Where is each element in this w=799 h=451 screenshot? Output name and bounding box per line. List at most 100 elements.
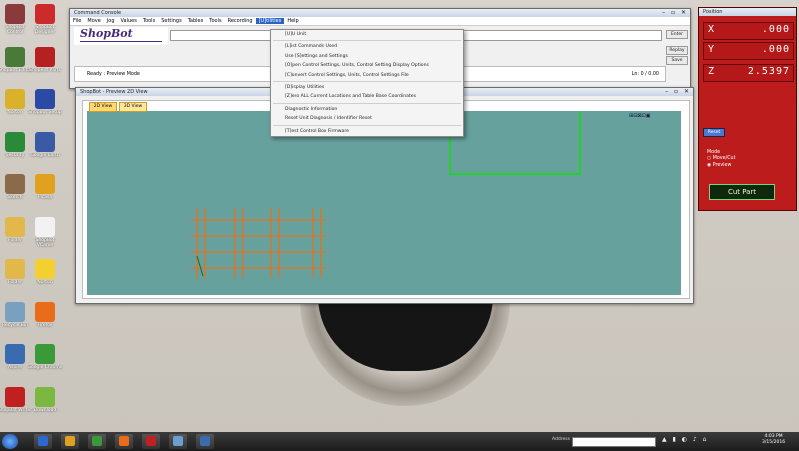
desktop-icon[interactable]: ShopBot Designer (27, 4, 63, 35)
menu-item[interactable]: Help (284, 18, 301, 24)
menu-item[interactable]: Tools (206, 18, 224, 24)
table-outline (449, 111, 581, 175)
tab-2d-view[interactable]: 2D View (89, 102, 117, 112)
address-input[interactable] (572, 437, 656, 447)
utilities-menu-item[interactable]: [C]onvert Control Settings, Units, Contr… (271, 71, 463, 80)
desktop-icon-label: ShopBot Parts (29, 67, 61, 73)
menu-item[interactable]: Move (84, 18, 103, 24)
position-titlebar[interactable]: Position (699, 8, 796, 16)
menu-item[interactable]: [U]tilities (255, 18, 285, 24)
utilities-menu-item[interactable]: Reset Unit Diagnosis / Identifier Reset (271, 114, 463, 123)
menu-separator (273, 102, 461, 104)
mode-option-move[interactable]: ○ Move/Cut (707, 156, 735, 161)
taskbar: Address ▲ ▮ ◐ ♪ ⌂ 4:03 PM 3/15/2016 (0, 432, 799, 451)
desktop-icon-label: Google Earth (30, 152, 60, 158)
view-toolbar-icons[interactable]: ⊞⊟⊠⊡▣ (629, 113, 679, 120)
menu-item[interactable]: Settings (158, 18, 185, 24)
console-titlebar[interactable]: Command Console – ▫ ✕ (70, 9, 690, 17)
utilities-menu-item[interactable]: [T]est Control Box Firmware (271, 127, 463, 136)
z-value: 2.5397 (747, 66, 790, 77)
app-icon (5, 344, 25, 364)
app-icon (35, 4, 55, 24)
taskbar-app[interactable] (88, 434, 106, 449)
cut-part-button[interactable]: Cut Part (709, 184, 775, 200)
desktop-icon-label: ShopBot Designer (34, 25, 56, 35)
position-title: Position (703, 9, 723, 15)
preview-canvas[interactable]: ⊞⊟⊠⊡▣ (87, 111, 681, 295)
desktop-icon-label: Firefox (37, 322, 53, 328)
taskbar-app[interactable] (61, 434, 79, 449)
y-value: .000 (761, 44, 790, 55)
utilities-menu-item[interactable]: Use [S]ettings and Settings (271, 52, 463, 61)
desktop-icon[interactable]: ShopBot Setup (27, 89, 63, 120)
app-icon (5, 89, 25, 109)
enter-button[interactable]: Enter (666, 30, 688, 39)
taskbar-app-icon (200, 436, 210, 446)
menu-item[interactable]: Values (118, 18, 140, 24)
mode-option-preview[interactable]: ◉ Preview (707, 163, 731, 168)
app-icon (5, 259, 25, 279)
desktop-icon-label: Norton (37, 280, 53, 285)
desktop-icon[interactable]: ShopBot VCarve (27, 216, 63, 248)
app-icon (35, 344, 55, 364)
app-icon (35, 89, 55, 109)
menu-item[interactable]: Tables (185, 18, 207, 24)
app-icon (5, 174, 25, 194)
start-button[interactable] (2, 434, 18, 449)
clock[interactable]: 4:03 PM 3/15/2016 (762, 434, 785, 446)
app-icon (35, 46, 55, 67)
app-icon (5, 131, 25, 152)
taskbar-app[interactable] (115, 434, 133, 449)
window-controls[interactable]: – ▫ ✕ (662, 9, 688, 17)
taskbar-app[interactable] (196, 434, 214, 449)
toolpath-preview (191, 208, 327, 278)
menu-item[interactable]: File (70, 18, 84, 24)
app-icon (35, 216, 55, 237)
desktop-icon[interactable]: Download (27, 386, 63, 418)
desktop-icon-label: Picasa (37, 195, 53, 200)
replay-button[interactable]: Replay (666, 46, 688, 55)
taskbar-app[interactable] (34, 434, 52, 449)
app-icon (35, 386, 55, 407)
desktop-icon[interactable]: Norton (27, 259, 63, 290)
utilities-dropdown: [U]U Unit [L]ist Commands Used Use [S]etti… (270, 29, 464, 137)
app-icon (5, 4, 25, 24)
taskbar-app-icon (119, 436, 129, 446)
save-button[interactable]: Save (666, 56, 688, 65)
app-icon (5, 216, 25, 237)
x-value: .000 (761, 24, 790, 35)
tab-3d-view[interactable]: 3D View (119, 102, 147, 112)
address-label: Address (552, 437, 570, 442)
desktop-icon[interactable]: Google Chrome (27, 344, 63, 375)
utilities-menu-item[interactable]: [O]pen Control Settings, Units, Control … (271, 61, 463, 70)
utilities-menu-item[interactable]: [Z]ero ALL Current Locations and Table B… (271, 92, 463, 101)
desktop-icon[interactable]: Picasa (27, 174, 63, 205)
z-readout: Z 2.5397 (703, 64, 794, 82)
menu-item[interactable]: Recording (225, 18, 256, 24)
console-title: Command Console (74, 10, 122, 16)
menu-separator (273, 124, 461, 126)
desktop-icon-label: ShopBot Setup (28, 110, 62, 115)
app-icon (5, 301, 25, 322)
menu-item[interactable]: Tools (140, 18, 158, 24)
taskbar-app-icon (38, 436, 48, 446)
desktop-icon[interactable]: Firefox (27, 301, 63, 333)
utilities-menu-item[interactable]: [D]isplay Utilities (271, 83, 463, 92)
desktop-icon-label: ShopBot VCarve (35, 237, 55, 248)
menu-item[interactable]: Jog (104, 18, 118, 24)
taskbar-app[interactable] (142, 434, 160, 449)
menu-separator (273, 40, 461, 42)
z-label: Z (708, 66, 715, 77)
desktop-icon[interactable]: ShopBot Parts (27, 46, 63, 78)
mode-label: Mode (707, 150, 721, 155)
reset-button[interactable]: Reset (703, 128, 725, 137)
desktop-icon[interactable]: Google Earth (27, 131, 63, 163)
utilities-menu-item[interactable]: [U]U Unit (271, 30, 463, 39)
preview-window-controls[interactable]: – ▫ ✕ (665, 88, 691, 96)
shopbot-logo: ShopBot (74, 27, 168, 45)
tray-icons[interactable]: ▲ ▮ ◐ ♪ ⌂ (662, 436, 752, 446)
y-label: Y (708, 44, 715, 55)
taskbar-app[interactable] (169, 434, 187, 449)
utilities-menu-item[interactable]: [L]ist Commands Used (271, 42, 463, 51)
utilities-menu-item[interactable]: Diagnostic Information (271, 105, 463, 114)
